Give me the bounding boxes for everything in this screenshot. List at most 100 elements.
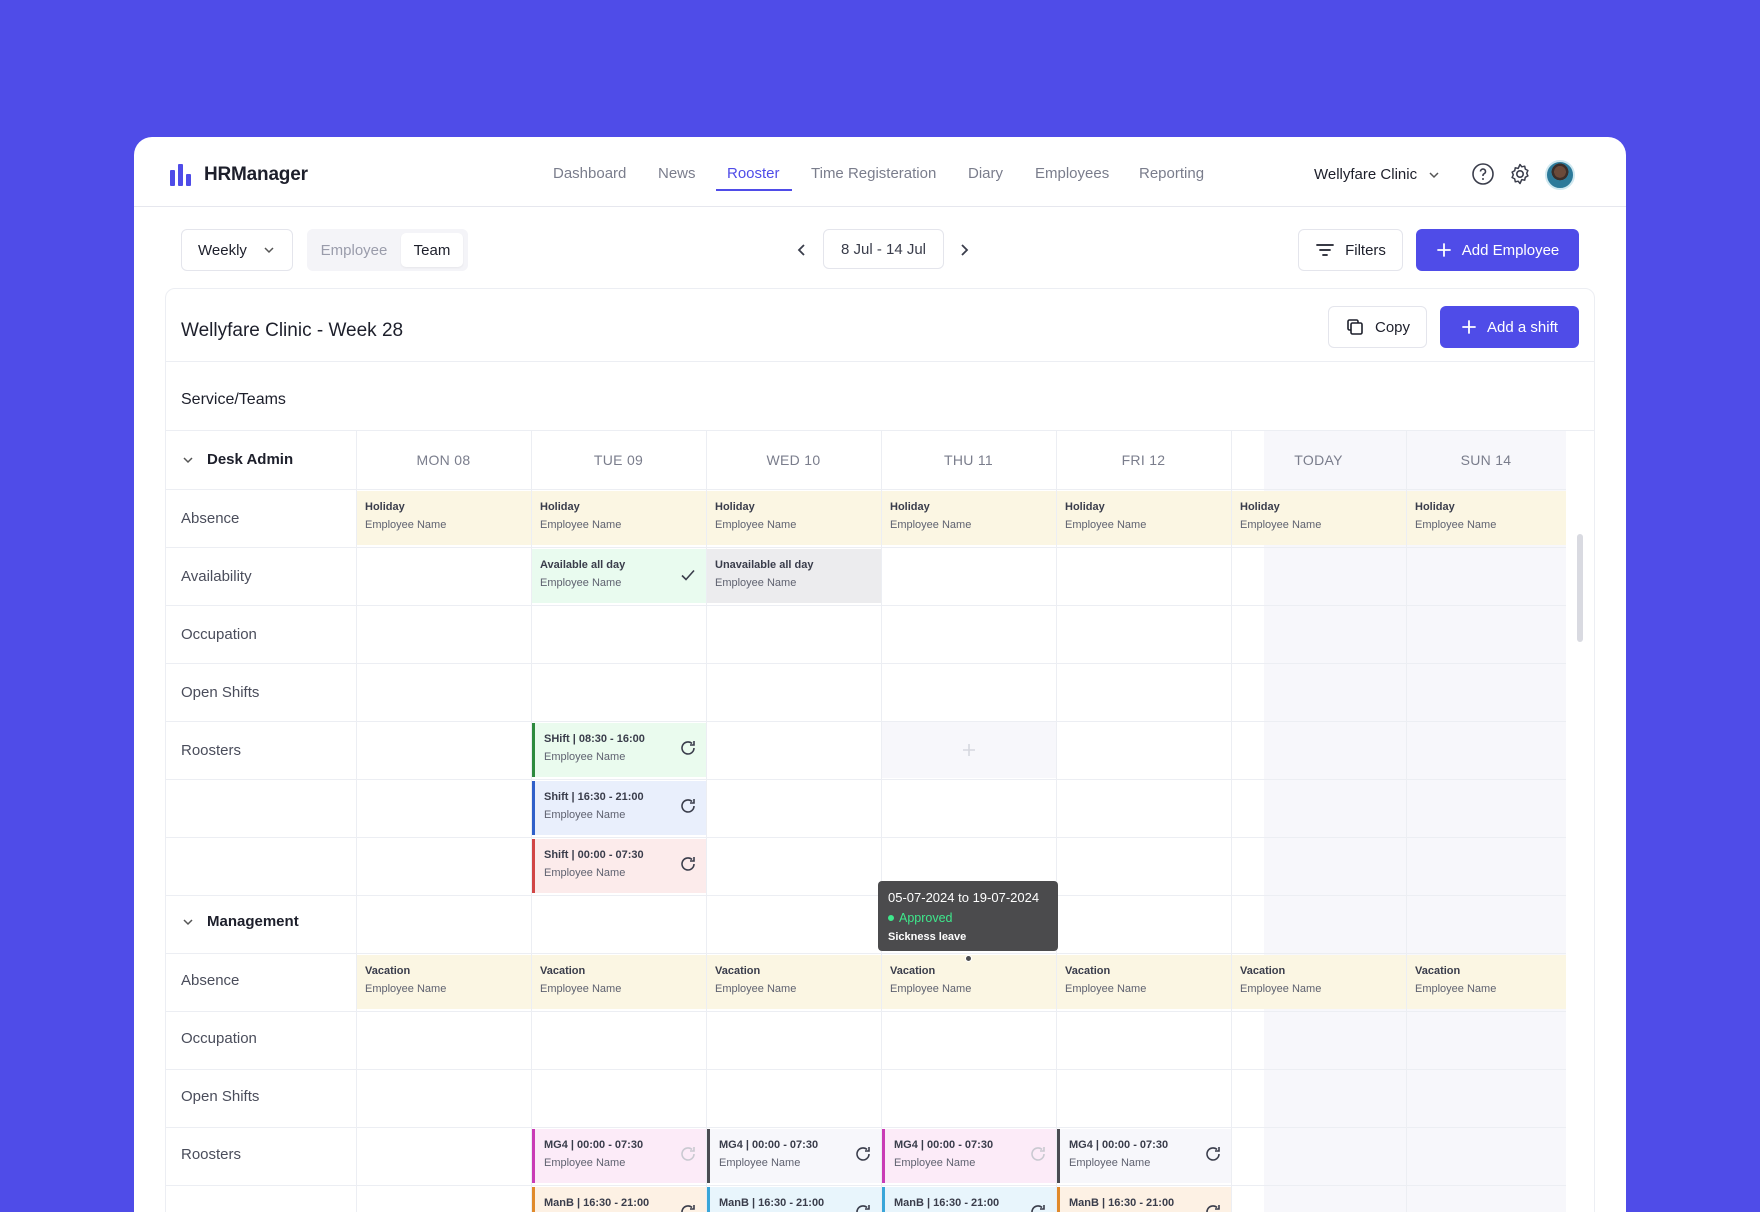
view-select[interactable]: Weekly [181, 229, 293, 271]
copy-button[interactable]: Copy [1328, 306, 1427, 348]
section-title: Service/Teams [181, 391, 286, 408]
next-week-icon[interactable] [952, 238, 976, 262]
refresh-icon[interactable] [1028, 1144, 1048, 1164]
row-divider [166, 489, 1566, 490]
event-title: Holiday [890, 501, 930, 513]
event-title: Holiday [1240, 501, 1280, 513]
divider [166, 361, 1594, 362]
copy-icon [1347, 319, 1363, 335]
absence-event[interactable]: Vacation Employee Name [707, 955, 881, 1009]
shift-employee: Employee Name [544, 751, 626, 763]
row-divider [166, 1011, 1566, 1012]
shift-block[interactable]: ManB | 16:30 - 21:00 [707, 1187, 881, 1212]
date-range-display[interactable]: 8 Jul - 14 Jul [823, 229, 944, 269]
absence-event[interactable]: Holiday Employee Name [1407, 491, 1566, 545]
absence-event[interactable]: Vacation Employee Name [1232, 955, 1406, 1009]
absence-event[interactable]: Holiday Employee Name [1232, 491, 1406, 545]
shift-block[interactable]: MG4 | 00:00 - 07:30 Employee Name [882, 1129, 1056, 1183]
refresh-icon[interactable] [678, 796, 698, 816]
group-toggle-desk-admin[interactable]: Desk Admin [181, 451, 293, 468]
chevron-down-icon [264, 247, 274, 254]
event-title: Holiday [715, 501, 755, 513]
chevron-down-icon [1429, 171, 1439, 178]
absence-event[interactable]: Vacation Employee Name [532, 955, 706, 1009]
group-toggle-management[interactable]: Management [181, 913, 299, 930]
nav-news[interactable]: News [658, 165, 696, 182]
settings-icon[interactable] [1508, 162, 1532, 186]
nav-reporting[interactable]: Reporting [1139, 165, 1204, 182]
shift-block[interactable]: MG4 | 00:00 - 07:30 Employee Name [532, 1129, 706, 1183]
weekend-column-bg [1264, 431, 1566, 1212]
event-title: Holiday [1415, 501, 1455, 513]
prev-week-icon[interactable] [790, 238, 814, 262]
shift-block[interactable]: ManB | 16:30 - 21:00 [882, 1187, 1056, 1212]
chevron-down-icon [183, 918, 193, 925]
refresh-icon[interactable] [678, 738, 698, 758]
shift-block[interactable]: MG4 | 00:00 - 07:30 Employee Name [1057, 1129, 1231, 1183]
event-employee: Employee Name [540, 519, 622, 531]
add-employee-button[interactable]: Add Employee [1416, 229, 1579, 271]
event-title: Vacation [365, 965, 411, 977]
shift-title: ManB | 16:30 - 21:00 [1069, 1197, 1175, 1209]
refresh-icon[interactable] [1028, 1202, 1048, 1212]
shift-block[interactable]: SHift | 08:30 - 16:00 Employee Name [532, 723, 706, 777]
availability-event[interactable]: Available all day Employee Name [532, 549, 706, 603]
day-header-tue: TUE 09 [593, 452, 644, 468]
nav-employees[interactable]: Employees [1035, 165, 1109, 182]
add-shift-button[interactable]: Add a shift [1440, 306, 1579, 348]
view-select-value: Weekly [198, 241, 247, 259]
row-label-roosters: Roosters [181, 742, 242, 759]
nav-rooster[interactable]: Rooster [727, 165, 780, 182]
shift-employee: Employee Name [544, 1157, 626, 1169]
row-divider [166, 1127, 1566, 1128]
refresh-icon[interactable] [678, 1202, 698, 1212]
row-divider [166, 1069, 1566, 1070]
nav-diary[interactable]: Diary [968, 165, 1003, 182]
event-employee: Employee Name [715, 519, 797, 531]
vertical-scrollbar[interactable] [1577, 534, 1583, 642]
shift-block[interactable]: ManB | 16:30 - 21:00 [1057, 1187, 1231, 1212]
add-shift-slot[interactable] [882, 722, 1056, 778]
event-title: Vacation [715, 965, 761, 977]
absence-event[interactable]: Holiday Employee Name [1057, 491, 1231, 545]
absence-event[interactable]: Holiday Employee Name [532, 491, 706, 545]
filter-icon [1316, 244, 1334, 256]
shift-block[interactable]: ManB | 16:30 - 21:00 [532, 1187, 706, 1212]
absence-event[interactable]: Vacation Employee Name [1057, 955, 1231, 1009]
user-avatar[interactable] [1545, 160, 1575, 190]
toggle-team[interactable]: Team [401, 233, 463, 267]
absence-event[interactable]: Vacation Employee Name [357, 955, 531, 1009]
refresh-icon[interactable] [678, 1144, 698, 1164]
absence-event[interactable]: Holiday Employee Name [882, 491, 1056, 545]
absence-event[interactable]: Vacation Employee Name [882, 955, 1056, 1009]
filters-button[interactable]: Filters [1298, 229, 1403, 271]
absence-event[interactable]: Vacation Employee Name [1407, 955, 1566, 1009]
refresh-icon[interactable] [678, 854, 698, 874]
nav-time-registeration[interactable]: Time Registeration [811, 165, 936, 182]
absence-event[interactable]: Holiday Employee Name [357, 491, 531, 545]
clinic-selector[interactable]: Wellyfare Clinic [1314, 166, 1441, 183]
shift-title: ManB | 16:30 - 21:00 [544, 1197, 650, 1209]
shift-block[interactable]: MG4 | 00:00 - 07:30 Employee Name [707, 1129, 881, 1183]
refresh-icon[interactable] [1203, 1202, 1223, 1212]
shift-block[interactable]: Shift | 16:30 - 21:00 Employee Name [532, 781, 706, 835]
column-divider [356, 431, 357, 1212]
event-employee: Employee Name [365, 519, 447, 531]
plus-icon [963, 744, 975, 756]
toggle-employee[interactable]: Employee [311, 233, 397, 267]
copy-label: Copy [1374, 318, 1411, 336]
refresh-icon[interactable] [1203, 1144, 1223, 1164]
shift-title: Shift | 00:00 - 07:30 [544, 849, 644, 861]
availability-event[interactable]: Unavailable all day Employee Name [707, 549, 881, 603]
help-icon[interactable] [1471, 162, 1495, 186]
shift-block[interactable]: Shift | 00:00 - 07:30 Employee Name [532, 839, 706, 893]
day-header-thu: THU 11 [944, 452, 993, 468]
nav-dashboard[interactable]: Dashboard [553, 165, 626, 182]
refresh-icon[interactable] [853, 1144, 873, 1164]
absence-event[interactable]: Holiday Employee Name [707, 491, 881, 545]
group-name: Management [207, 913, 299, 930]
tooltip-dates: 05-07-2024 to 19-07-2024 [888, 890, 1040, 905]
clinic-name: Wellyfare Clinic [1314, 166, 1418, 183]
refresh-icon[interactable] [853, 1202, 873, 1212]
brand-logo[interactable]: HRManager [170, 164, 308, 186]
